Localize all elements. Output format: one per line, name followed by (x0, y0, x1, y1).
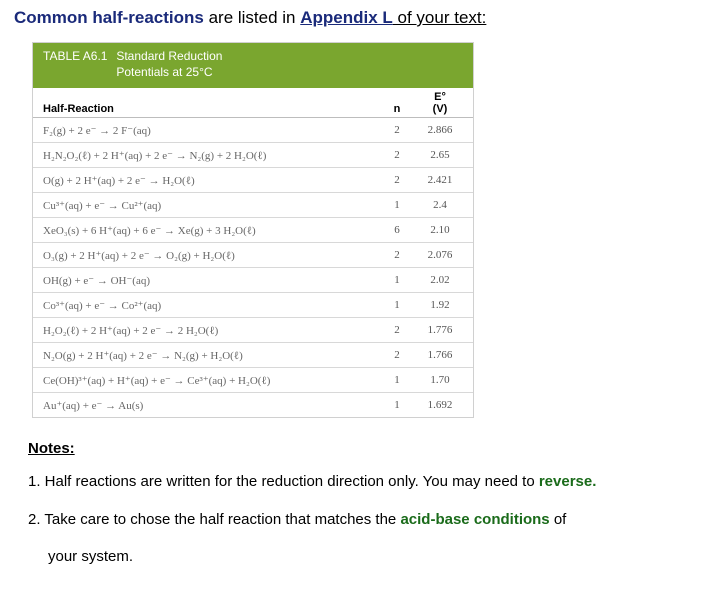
cell-n: 6 (377, 224, 417, 236)
cell-e: 1.776 (417, 325, 463, 337)
cell-n: 2 (377, 324, 417, 336)
cell-reaction: N₂O(g) + 2 H⁺(aq) + 2 e⁻ → N₂(g) + H₂O(ℓ… (43, 349, 377, 362)
cell-reaction: O(g) + 2 H⁺(aq) + 2 e⁻ → H₂O(ℓ) (43, 174, 377, 187)
col-header-e-unit: (V) (433, 103, 448, 115)
table-row: O₃(g) + 2 H⁺(aq) + 2 e⁻ → O₂(g) + H₂O(ℓ)… (33, 243, 473, 268)
cell-n: 1 (377, 199, 417, 211)
table-row: H₂O₂(ℓ) + 2 H⁺(aq) + 2 e⁻ → 2 H₂O(ℓ) 2 1… (33, 318, 473, 343)
cell-n: 2 (377, 249, 417, 261)
table-header-row: Half-Reaction n E° (V) (33, 88, 473, 118)
headline-mid: are listed in (204, 8, 300, 27)
cell-n: 1 (377, 274, 417, 286)
note-2-text-d: your system. (48, 548, 133, 565)
col-header-e-symbol: E° (434, 91, 446, 103)
table-title-line2: Potentials at 25°C (116, 65, 212, 79)
cell-n: 2 (377, 349, 417, 361)
note-2-text-c: of (550, 511, 567, 528)
cell-e: 2.65 (417, 150, 463, 162)
cell-n: 2 (377, 149, 417, 161)
table-row: N₂O(g) + 2 H⁺(aq) + 2 e⁻ → N₂(g) + H₂O(ℓ… (33, 343, 473, 368)
table-row: Co³⁺(aq) + e⁻ → Co²⁺(aq) 1 1.92 (33, 293, 473, 318)
headline: Common half-reactions are listed in Appe… (14, 8, 706, 28)
cell-e: 2.02 (417, 275, 463, 287)
cell-reaction: H₂O₂(ℓ) + 2 H⁺(aq) + 2 e⁻ → 2 H₂O(ℓ) (43, 324, 377, 337)
table-row: Au⁺(aq) + e⁻ → Au(s) 1 1.692 (33, 393, 473, 417)
headline-strong-2: Appendix L (300, 8, 393, 27)
cell-e: 1.692 (417, 400, 463, 412)
table-number: TABLE A6.1 (43, 49, 113, 65)
cell-reaction: Ce(OH)³⁺(aq) + H⁺(aq) + e⁻ → Ce³⁺(aq) + … (43, 374, 377, 387)
table-title-line1: Standard Reduction (116, 49, 222, 63)
cell-e: 1.70 (417, 375, 463, 387)
banner-spacer (43, 65, 113, 81)
cell-n: 1 (377, 399, 417, 411)
headline-tail: of your text: (393, 8, 487, 27)
cell-e: 1.92 (417, 300, 463, 312)
notes-heading: Notes: (28, 440, 706, 457)
table-row: Ce(OH)³⁺(aq) + H⁺(aq) + e⁻ → Ce³⁺(aq) + … (33, 368, 473, 393)
cell-reaction: Co³⁺(aq) + e⁻ → Co²⁺(aq) (43, 299, 377, 312)
cell-e: 1.766 (417, 350, 463, 362)
cell-n: 1 (377, 299, 417, 311)
col-header-e: E° (V) (417, 92, 463, 115)
cell-reaction: Au⁺(aq) + e⁻ → Au(s) (43, 399, 377, 412)
cell-e: 2.076 (417, 250, 463, 262)
note-1-highlight: reverse. (539, 473, 597, 490)
table-row: OH(g) + e⁻ → OH⁻(aq) 1 2.02 (33, 268, 473, 293)
note-2-cont: your system. (48, 544, 706, 570)
cell-reaction: H₂N₂O₂(ℓ) + 2 H⁺(aq) + 2 e⁻ → N₂(g) + 2 … (43, 149, 377, 162)
cell-e: 2.4 (417, 200, 463, 212)
note-1: 1. Half reactions are written for the re… (28, 469, 706, 495)
table-banner: TABLE A6.1 Standard Reduction Potentials… (33, 43, 473, 88)
cell-e: 2.866 (417, 125, 463, 137)
note-1-text: 1. Half reactions are written for the re… (28, 473, 539, 490)
cell-reaction: F₂(g) + 2 e⁻ → 2 F⁻(aq) (43, 124, 377, 137)
cell-n: 1 (377, 374, 417, 386)
cell-reaction: Cu³⁺(aq) + e⁻ → Cu²⁺(aq) (43, 199, 377, 212)
cell-e: 2.421 (417, 175, 463, 187)
table-row: Cu³⁺(aq) + e⁻ → Cu²⁺(aq) 1 2.4 (33, 193, 473, 218)
note-2-text-a: 2. Take care to chose the half reaction … (28, 511, 400, 528)
note-2-highlight: acid-base conditions (400, 511, 549, 528)
cell-reaction: XeO₃(s) + 6 H⁺(aq) + 6 e⁻ → Xe(g) + 3 H₂… (43, 224, 377, 237)
note-2: 2. Take care to chose the half reaction … (28, 507, 706, 533)
table-row: H₂N₂O₂(ℓ) + 2 H⁺(aq) + 2 e⁻ → N₂(g) + 2 … (33, 143, 473, 168)
cell-reaction: O₃(g) + 2 H⁺(aq) + 2 e⁻ → O₂(g) + H₂O(ℓ) (43, 249, 377, 262)
cell-reaction: OH(g) + e⁻ → OH⁻(aq) (43, 274, 377, 287)
col-header-reaction: Half-Reaction (43, 103, 377, 115)
cell-n: 2 (377, 124, 417, 136)
table-row: XeO₃(s) + 6 H⁺(aq) + 6 e⁻ → Xe(g) + 3 H₂… (33, 218, 473, 243)
col-header-n: n (377, 103, 417, 115)
reduction-table: TABLE A6.1 Standard Reduction Potentials… (32, 42, 474, 418)
cell-n: 2 (377, 174, 417, 186)
cell-e: 2.10 (417, 225, 463, 237)
table-row: F₂(g) + 2 e⁻ → 2 F⁻(aq) 2 2.866 (33, 118, 473, 143)
table-row: O(g) + 2 H⁺(aq) + 2 e⁻ → H₂O(ℓ) 2 2.421 (33, 168, 473, 193)
headline-strong-1: Common half-reactions (14, 8, 204, 27)
